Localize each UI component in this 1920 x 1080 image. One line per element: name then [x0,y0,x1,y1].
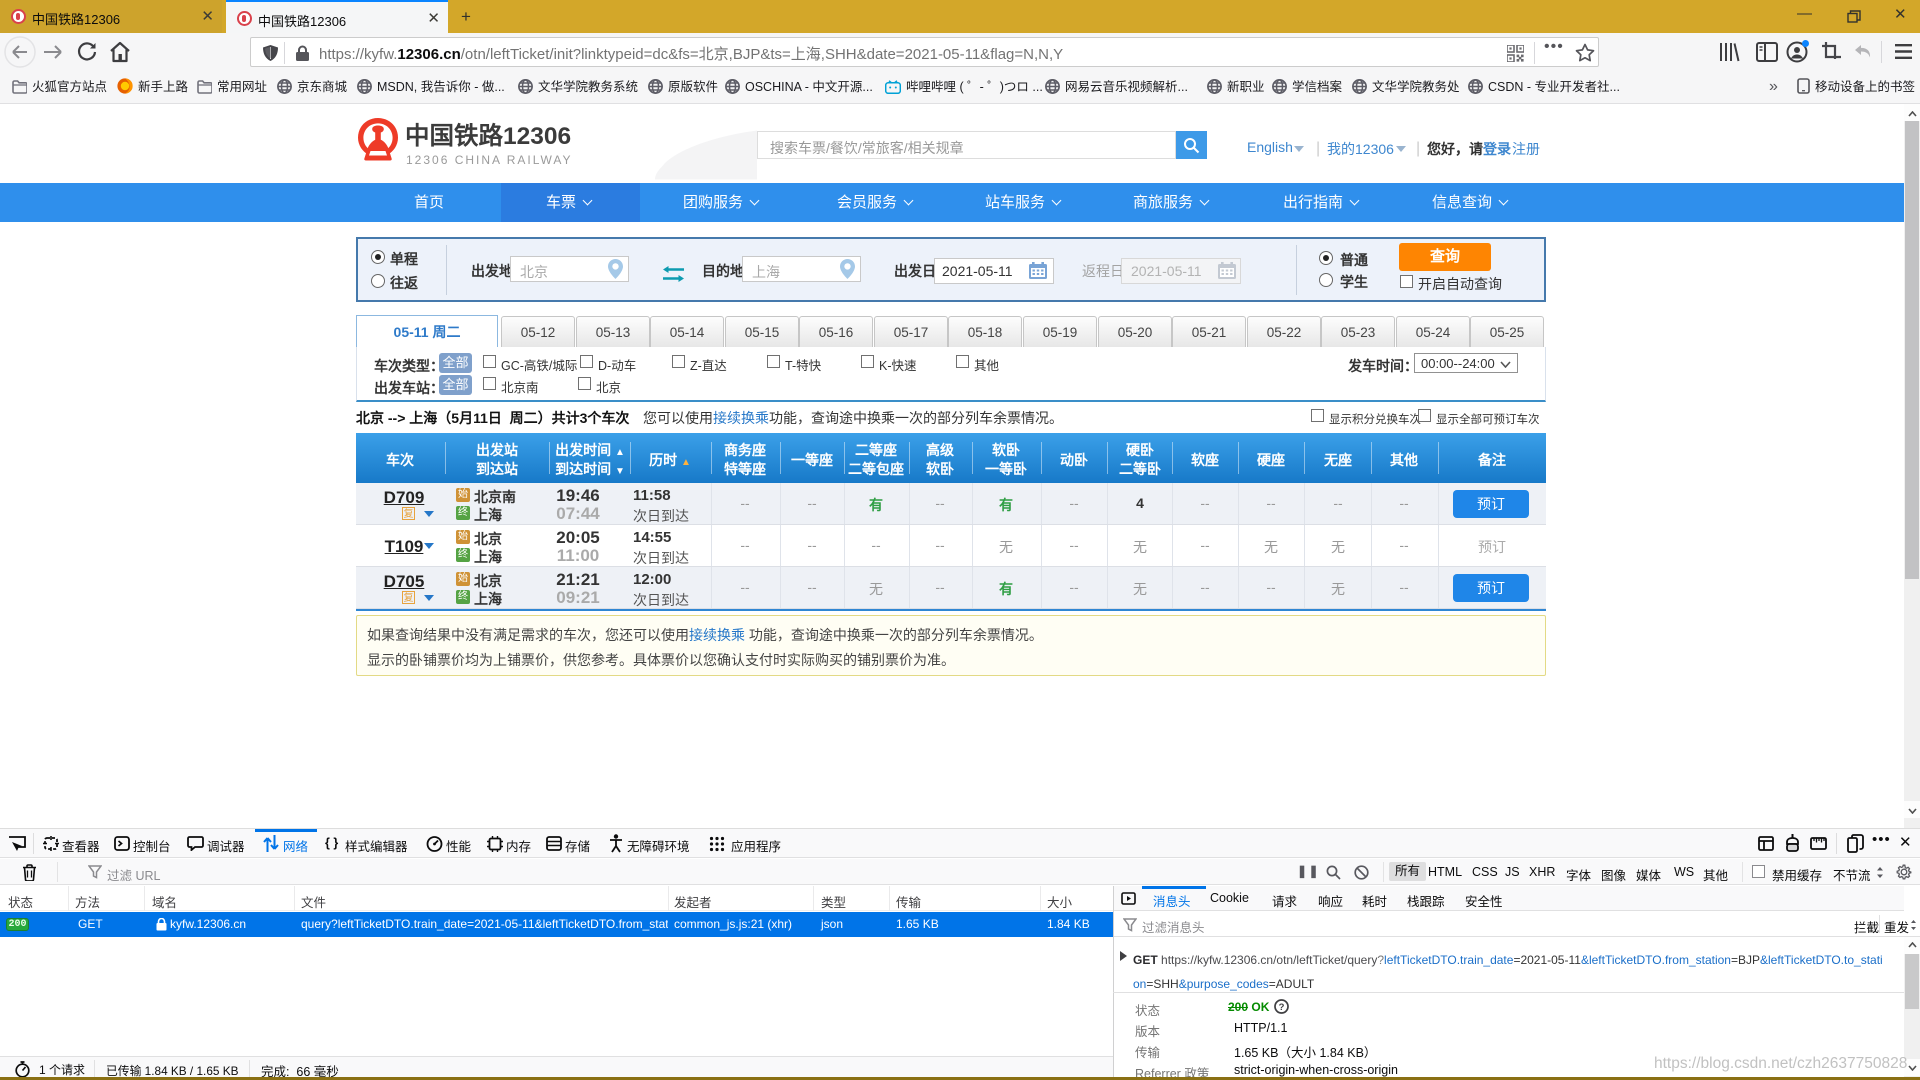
svg-text:?: ? [1279,1002,1285,1013]
